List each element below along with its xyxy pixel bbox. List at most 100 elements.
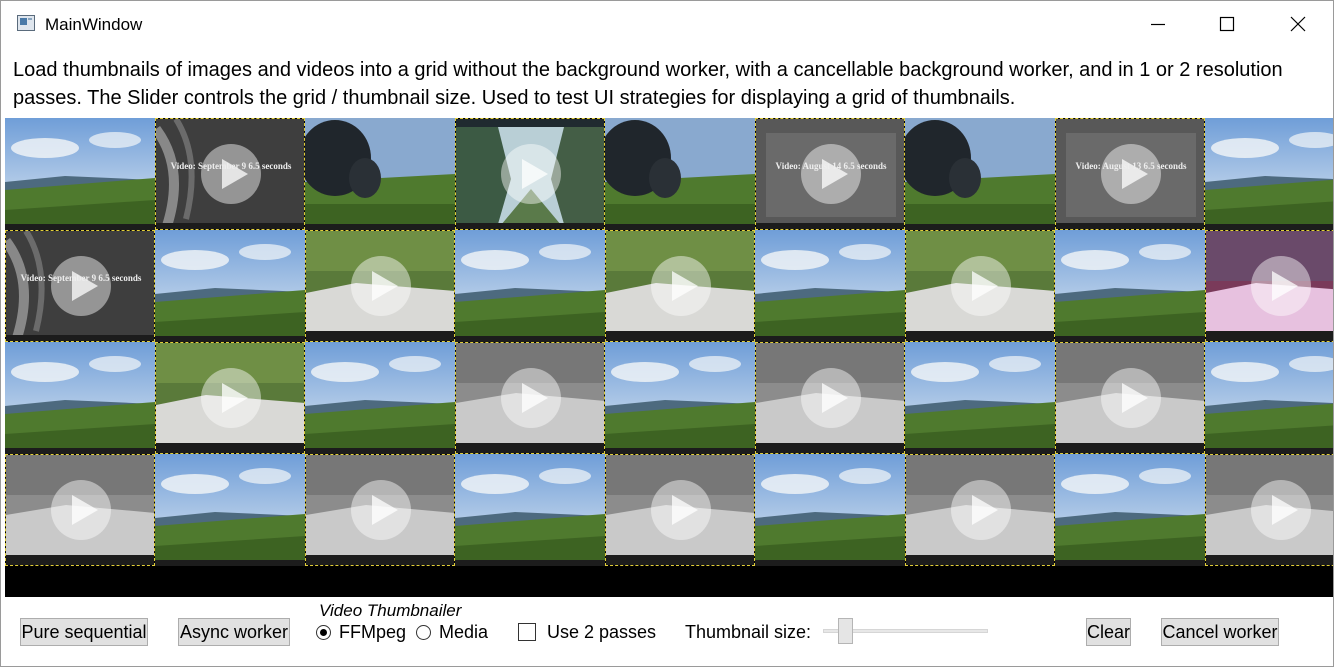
video-caption: Video: August 13 6.5 seconds <box>1075 161 1187 171</box>
thumbnail-image <box>605 342 755 454</box>
media-radio[interactable]: Media <box>416 622 496 644</box>
play-icon <box>951 480 1011 540</box>
image-thumbnail[interactable] <box>755 454 905 566</box>
thumbnail-image <box>1055 454 1205 566</box>
ffmpeg-radio-label: FFMpeg <box>339 622 407 642</box>
clear-button[interactable]: Clear <box>1086 618 1131 646</box>
video-thumbnail[interactable] <box>455 342 605 454</box>
image-thumbnail[interactable] <box>155 230 305 342</box>
image-thumbnail[interactable] <box>5 342 155 454</box>
play-icon <box>351 256 411 316</box>
image-thumbnail[interactable] <box>1205 118 1333 230</box>
radio-selected-dot <box>320 629 327 636</box>
image-thumbnail[interactable] <box>905 342 1055 454</box>
thumbnail-image <box>155 230 305 342</box>
thumbnail-size-slider-thumb[interactable] <box>838 618 853 644</box>
thumbnail-image <box>155 454 305 566</box>
thumbnail-image <box>905 118 1055 230</box>
image-thumbnail[interactable] <box>305 342 455 454</box>
play-icon <box>651 256 711 316</box>
thumbnail-image <box>6 231 154 341</box>
use-two-passes-label: Use 2 passes <box>547 622 657 642</box>
image-thumbnail[interactable] <box>1055 454 1205 566</box>
play-icon <box>501 144 561 204</box>
thumbnail-image <box>1205 118 1333 230</box>
play-icon <box>351 480 411 540</box>
video-thumbnail[interactable]: Video: September 9 6.5 seconds <box>5 230 155 342</box>
close-icon <box>1290 16 1306 32</box>
radio-indicator <box>316 625 331 640</box>
image-thumbnail[interactable] <box>5 118 155 230</box>
image-thumbnail[interactable] <box>155 454 305 566</box>
thumbnail-image <box>306 455 454 565</box>
thumbnail-image <box>6 455 154 565</box>
thumbnail-image <box>456 343 604 453</box>
thumbnail-image <box>455 454 605 566</box>
video-caption: Video: September 9 6.5 seconds <box>170 161 292 171</box>
image-thumbnail[interactable] <box>605 118 755 230</box>
thumbnail-image <box>906 231 1054 341</box>
play-icon <box>951 256 1011 316</box>
title-bar[interactable]: MainWindow <box>1 1 1333 47</box>
thumbnail-image <box>456 119 604 229</box>
thumbnail-image <box>1206 231 1333 341</box>
async-worker-button[interactable]: Async worker <box>178 618 290 646</box>
image-thumbnail[interactable] <box>455 454 605 566</box>
thumbnail-size-label: Thumbnail size: <box>685 622 812 642</box>
checkbox-box <box>518 623 536 641</box>
play-icon <box>51 256 111 316</box>
video-thumbnail[interactable] <box>155 342 305 454</box>
video-thumbnail[interactable]: Video: September 9 6.5 seconds <box>155 118 305 230</box>
play-icon <box>201 368 261 428</box>
thumbnail-grid[interactable]: Video: September 9 6.5 seconds Video: Aug… <box>5 118 1333 597</box>
maximize-icon <box>1219 16 1235 32</box>
play-icon <box>1251 480 1311 540</box>
image-thumbnail[interactable] <box>1205 342 1333 454</box>
video-thumbnail[interactable] <box>605 454 755 566</box>
maximize-button[interactable] <box>1197 1 1257 47</box>
thumbnail-image <box>5 118 155 230</box>
thumbnail-image <box>156 343 304 453</box>
video-thumbnail[interactable] <box>605 230 755 342</box>
thumbnail-image <box>1056 343 1204 453</box>
cancel-worker-button[interactable]: Cancel worker <box>1161 618 1279 646</box>
video-thumbnail[interactable] <box>905 230 1055 342</box>
image-thumbnail[interactable] <box>605 342 755 454</box>
video-thumbnailer-label: Video Thumbnailer <box>319 601 462 620</box>
video-thumbnail[interactable] <box>5 454 155 566</box>
play-icon <box>51 480 111 540</box>
thumbnail-image <box>755 454 905 566</box>
thumbnail-image <box>156 119 304 229</box>
play-icon <box>801 368 861 428</box>
video-thumbnail[interactable] <box>1205 454 1333 566</box>
thumbnail-image <box>306 231 454 341</box>
pure-sequential-button[interactable]: Pure sequential <box>20 618 148 646</box>
image-thumbnail[interactable] <box>905 118 1055 230</box>
image-thumbnail[interactable] <box>1055 230 1205 342</box>
video-thumbnail[interactable] <box>1205 230 1333 342</box>
app-window-icon <box>17 15 35 31</box>
image-thumbnail[interactable] <box>755 230 905 342</box>
thumbnail-image <box>1056 119 1204 229</box>
image-thumbnail[interactable] <box>455 230 605 342</box>
video-thumbnail[interactable] <box>755 342 905 454</box>
video-thumbnail[interactable] <box>905 454 1055 566</box>
minimize-button[interactable] <box>1128 1 1188 47</box>
use-two-passes-checkbox[interactable]: Use 2 passes <box>518 622 657 644</box>
video-thumbnail[interactable] <box>305 454 455 566</box>
play-icon <box>1101 368 1161 428</box>
close-button[interactable] <box>1268 1 1328 47</box>
image-thumbnail[interactable] <box>305 118 455 230</box>
thumbnail-image <box>1206 455 1333 565</box>
video-thumbnail[interactable] <box>1055 342 1205 454</box>
play-icon <box>1251 256 1311 316</box>
minimize-icon <box>1151 23 1165 26</box>
video-thumbnail[interactable]: Video: August 14 6.5 seconds <box>755 118 905 230</box>
thumbnail-image <box>606 455 754 565</box>
description-text: Load thumbnails of images and videos int… <box>13 59 1283 109</box>
ffmpeg-radio[interactable]: FFMpeg <box>316 622 410 644</box>
video-thumbnail[interactable] <box>455 118 605 230</box>
video-thumbnail[interactable] <box>305 230 455 342</box>
thumbnail-image <box>606 231 754 341</box>
video-thumbnail[interactable]: Video: August 13 6.5 seconds <box>1055 118 1205 230</box>
